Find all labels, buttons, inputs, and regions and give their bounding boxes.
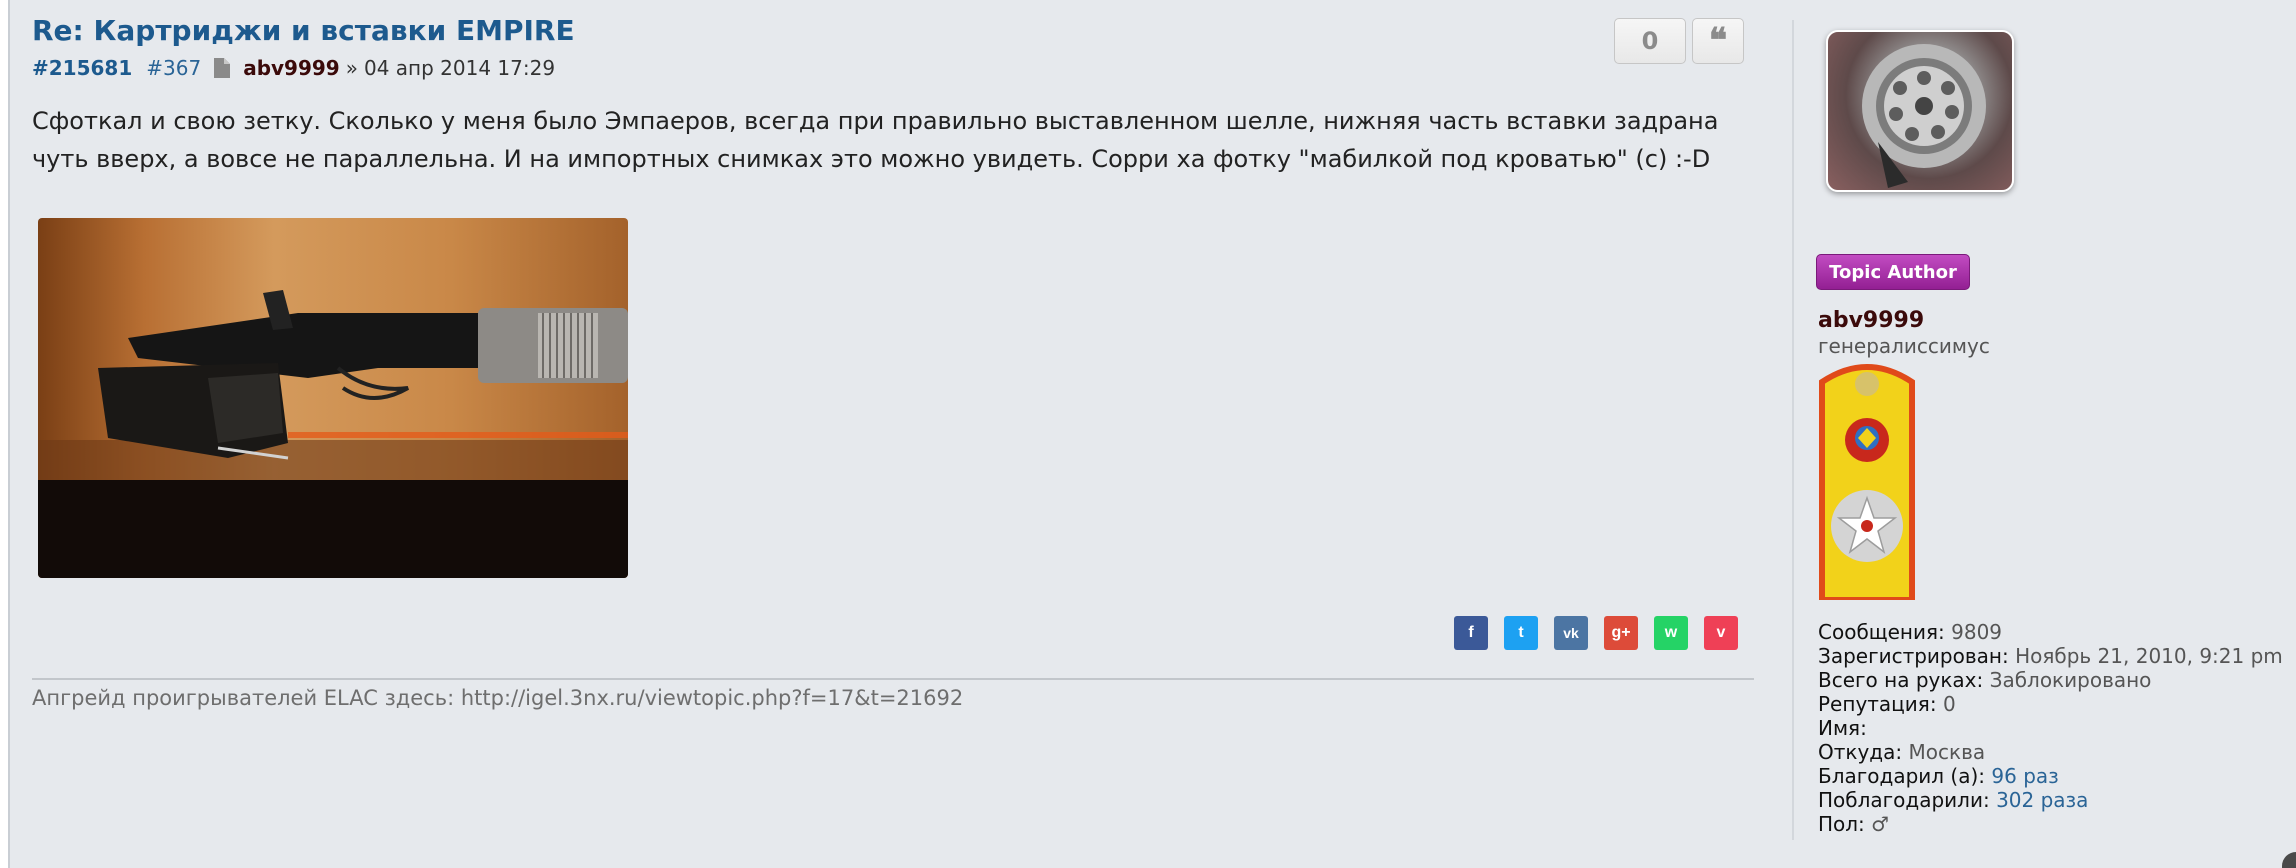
stat-reputation: Репутация: 0 xyxy=(1818,692,1956,716)
stat-registered: Зарегистрирован: Ноябрь 21, 2010, 9:21 p… xyxy=(1818,644,2283,668)
forum-post: Re: Картриджи и вставки EMPIRE #215681 #… xyxy=(8,0,2296,868)
pocket-share-button[interactable]: v xyxy=(1704,616,1738,650)
quote-button[interactable]: ❝ xyxy=(1692,18,1744,64)
rank-insignia-image xyxy=(1818,358,1916,603)
stat-posts: Сообщения: 9809 xyxy=(1818,620,2003,644)
stat-thanked: Благодарил (а): 96 раз xyxy=(1818,764,2059,788)
post-signature[interactable]: Апгрейд проигрывателей ELAC здесь: http:… xyxy=(32,686,963,710)
stat-name: Имя: xyxy=(1818,716,1867,740)
avatar[interactable] xyxy=(1826,30,2014,192)
googleplus-icon: g+ xyxy=(1611,624,1631,641)
stat-gender: Пол: ♂ xyxy=(1818,812,1890,836)
meta-separator: » xyxy=(345,56,358,80)
pocket-icon: v xyxy=(1716,624,1726,641)
profile-rank: генералиссимус xyxy=(1818,334,1990,358)
profile-stats: Сообщения: 9809 Зарегистрирован: Ноябрь … xyxy=(1818,620,2283,836)
twitter-share-button[interactable]: t xyxy=(1504,616,1538,650)
post-number-link[interactable]: #367 xyxy=(146,56,201,80)
post-date: 04 апр 2014 17:29 xyxy=(363,56,556,80)
was-thanked-link[interactable]: 302 раза xyxy=(1996,788,2088,812)
facebook-icon: f xyxy=(1468,624,1474,641)
topic-author-badge: Topic Author xyxy=(1816,254,1970,290)
post-author-link[interactable]: abv9999 xyxy=(243,56,340,80)
stat-on-hands: Всего на руках: Заблокировано xyxy=(1818,668,2152,692)
post-attachment-image[interactable] xyxy=(38,218,628,578)
quote-icon: ❝ xyxy=(1708,21,1728,61)
post-id-link[interactable]: #215681 xyxy=(32,56,132,80)
male-icon: ♂ xyxy=(1871,812,1890,836)
signature-divider xyxy=(32,678,1754,680)
stat-was-thanked: Поблагодарили: 302 раза xyxy=(1818,788,2089,812)
post-body: Сфоткал и свою зетку. Сколько у меня был… xyxy=(32,107,1719,173)
twitter-icon: t xyxy=(1518,624,1524,641)
facebook-share-button[interactable]: f xyxy=(1454,616,1488,650)
scroll-corner xyxy=(2282,852,2296,868)
post-meta: #215681 #367 abv9999 » 04 апр 2014 17:29 xyxy=(32,56,555,80)
whatsapp-share-button[interactable]: w xyxy=(1654,616,1688,650)
thanked-link[interactable]: 96 раз xyxy=(1991,764,2058,788)
vk-icon: vk xyxy=(1563,625,1579,641)
googleplus-share-button[interactable]: g+ xyxy=(1604,616,1638,650)
document-icon xyxy=(213,57,231,79)
vk-share-button[interactable]: vk xyxy=(1554,616,1588,650)
profile-divider xyxy=(1792,20,1794,840)
thank-count-button[interactable]: 0 xyxy=(1614,18,1686,64)
whatsapp-icon: w xyxy=(1664,624,1678,641)
stat-location: Откуда: Москва xyxy=(1818,740,1986,764)
profile-username[interactable]: abv9999 xyxy=(1818,308,1924,333)
post-title[interactable]: Re: Картриджи и вставки EMPIRE xyxy=(32,14,575,47)
